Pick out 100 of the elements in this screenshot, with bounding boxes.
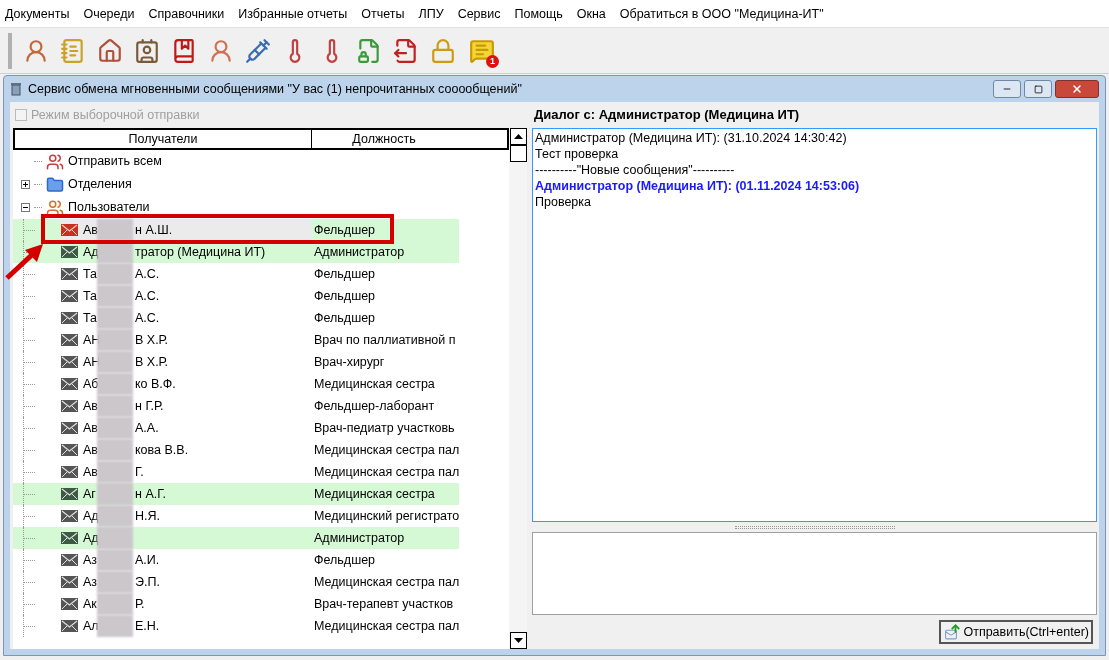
restore-button[interactable] bbox=[1024, 80, 1052, 98]
redaction-blur bbox=[97, 307, 133, 329]
scroll-down-button[interactable] bbox=[509, 632, 527, 649]
book-icon[interactable] bbox=[171, 37, 197, 64]
user-name: Э.П. bbox=[135, 573, 160, 591]
redaction-blur bbox=[97, 329, 133, 351]
user-name: Ав bbox=[83, 221, 97, 239]
menu-item[interactable]: Справочники bbox=[148, 5, 225, 24]
redaction-blur bbox=[97, 439, 133, 461]
close-icon bbox=[1071, 83, 1083, 95]
user-name: А.А. bbox=[135, 419, 159, 437]
user-name: ко В.Ф. bbox=[135, 375, 176, 393]
down-arrow-icon bbox=[513, 638, 523, 643]
user-name: Аб bbox=[83, 375, 97, 393]
user-name: Ад bbox=[83, 507, 97, 525]
redaction-blur bbox=[97, 219, 133, 241]
menu-item[interactable]: Отчеты bbox=[361, 5, 405, 24]
user-row[interactable]: Ад Администратор bbox=[13, 527, 459, 549]
nurse-icon[interactable] bbox=[208, 37, 234, 64]
user-position: Фельдшер-лаборант bbox=[314, 397, 436, 415]
document-export-icon[interactable] bbox=[393, 37, 419, 64]
user-name: Ак bbox=[83, 595, 97, 613]
expander[interactable] bbox=[21, 180, 30, 189]
house-icon[interactable] bbox=[97, 37, 123, 64]
menu-item[interactable]: Документы bbox=[5, 5, 70, 24]
user-name: Ав bbox=[83, 419, 97, 437]
user-position: Медицинская сестра bbox=[314, 485, 436, 503]
user-name: Та bbox=[83, 287, 97, 305]
user-name: Ал bbox=[83, 617, 97, 635]
user-position: Фельдшер bbox=[314, 265, 377, 283]
user-position: Фельдшер bbox=[314, 221, 377, 239]
splitter-handle[interactable] bbox=[734, 525, 895, 529]
user-name: Та bbox=[83, 309, 97, 327]
menu-item[interactable]: Сервис bbox=[457, 5, 501, 24]
tree-item[interactable]: Отправить всем bbox=[68, 152, 162, 171]
user-row[interactable]: Аг н А.Г. Медицинская сестра bbox=[13, 483, 459, 505]
restore-icon bbox=[1033, 84, 1043, 94]
message-line: Проверка bbox=[535, 194, 592, 210]
user-name: Ав bbox=[83, 441, 97, 459]
person-icon[interactable] bbox=[23, 37, 49, 64]
tree-item[interactable]: Пользователи bbox=[68, 198, 150, 217]
user-name: н А.Ш. bbox=[135, 221, 173, 239]
user-name: н Г.Р. bbox=[135, 397, 164, 415]
user-name: Г. bbox=[135, 463, 144, 481]
user-position: Медицинская сестра пал bbox=[314, 441, 459, 459]
up-arrow-icon bbox=[513, 134, 523, 139]
close-button[interactable] bbox=[1055, 80, 1099, 98]
user-position: Фельдшер bbox=[314, 551, 377, 569]
redaction-blur bbox=[97, 505, 133, 527]
send-button[interactable]: Отправить(Ctrl+enter) bbox=[939, 620, 1093, 644]
user-position: Медицинская сестра пал bbox=[314, 463, 459, 481]
redaction-blur bbox=[97, 571, 133, 593]
redaction-blur bbox=[97, 615, 133, 637]
user-name: В Х.Р. bbox=[135, 353, 169, 371]
redaction-blur bbox=[97, 461, 133, 483]
folder-icon bbox=[46, 175, 64, 194]
message-input[interactable] bbox=[532, 532, 1097, 615]
user-name: Аз bbox=[83, 551, 97, 569]
bin-icon bbox=[10, 82, 22, 96]
menu-item[interactable]: ЛПУ bbox=[418, 5, 444, 24]
scroll-up-button[interactable] bbox=[509, 128, 527, 145]
user-row[interactable]: Ав н А.Ш. Фельдшер bbox=[13, 219, 459, 241]
user-name: н А.Г. bbox=[135, 485, 166, 503]
menu-item[interactable]: Окна bbox=[576, 5, 606, 24]
user-name: АН bbox=[83, 331, 97, 349]
window-title: Сервис обмена мгновенными сообщениями "У вас (1) непрочитанных сооообщений" bbox=[28, 80, 522, 98]
menu-item[interactable]: Избранные отчеты bbox=[238, 5, 348, 24]
redaction-blur bbox=[97, 483, 133, 505]
redaction-blur bbox=[97, 285, 133, 307]
menu-item[interactable]: Помощь bbox=[514, 5, 563, 24]
speech-bubble-icon bbox=[469, 37, 495, 64]
message-line: Администратор (Медицина ИТ): (01.11.2024 14:53:06) bbox=[535, 178, 861, 194]
user-name: Ав bbox=[83, 463, 97, 481]
column-header[interactable]: Получатели bbox=[15, 130, 312, 148]
menu-item[interactable]: Обратиться в ООО "Медицина-ИТ" bbox=[619, 5, 824, 24]
expander[interactable] bbox=[21, 203, 30, 212]
minimize-button[interactable] bbox=[993, 80, 1021, 98]
redaction-blur bbox=[97, 263, 133, 285]
user-position: Врач-хирург bbox=[314, 353, 386, 371]
tree-item[interactable]: Отделения bbox=[68, 175, 132, 194]
redaction-blur bbox=[97, 417, 133, 439]
locked-document-icon[interactable] bbox=[356, 37, 382, 64]
menu-item[interactable]: Очереди bbox=[83, 5, 135, 24]
scroll-thumb[interactable] bbox=[509, 145, 527, 162]
chat-notification-button[interactable]: 1 bbox=[467, 35, 497, 66]
user-name: Аг bbox=[83, 485, 97, 503]
column-header[interactable]: Должность bbox=[312, 130, 456, 148]
user-name: Н.Я. bbox=[135, 507, 160, 525]
user-position: Фельдшер bbox=[314, 287, 377, 305]
user-name: Аз bbox=[83, 573, 97, 591]
scrollbar[interactable] bbox=[509, 128, 527, 649]
user-position: Фельдшер bbox=[314, 309, 377, 327]
user-name: А.И. bbox=[135, 551, 160, 569]
redaction-blur bbox=[97, 549, 133, 571]
user-name: АН bbox=[83, 353, 97, 371]
syringe-icon[interactable] bbox=[245, 37, 271, 64]
user-position: Врач-терапевт участков bbox=[314, 595, 455, 613]
user-name: Ав bbox=[83, 397, 97, 415]
card-file-icon[interactable] bbox=[134, 37, 160, 64]
toolbar-grip bbox=[8, 32, 12, 69]
